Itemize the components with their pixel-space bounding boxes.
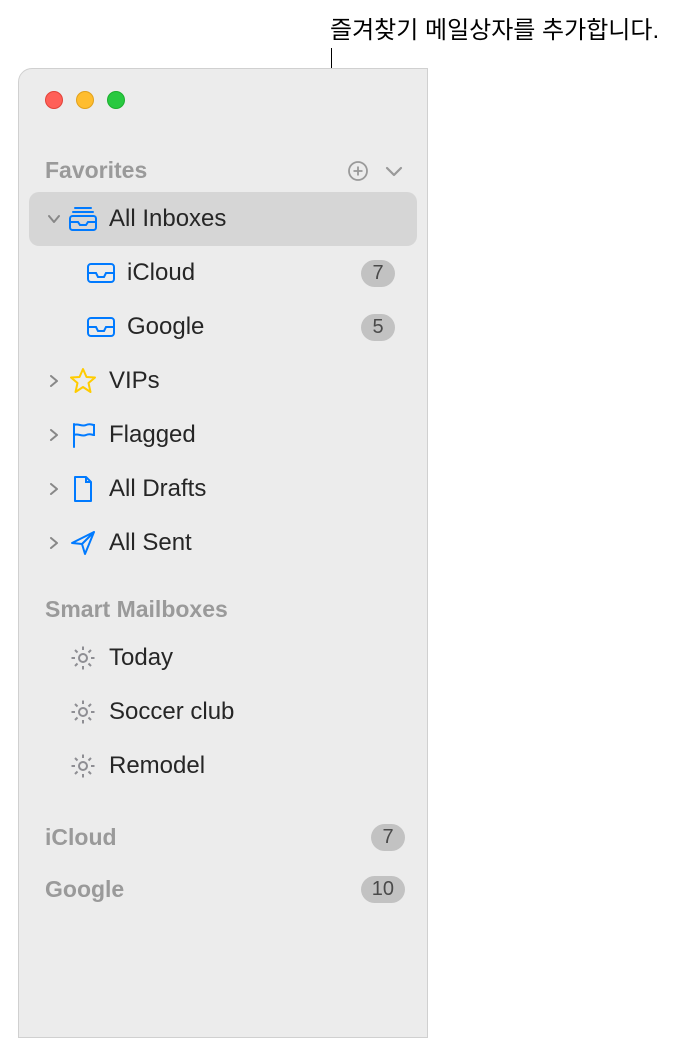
sidebar-item-icloud-inbox[interactable]: iCloud 7 — [29, 246, 417, 300]
sidebar-item-label: All Inboxes — [109, 205, 395, 233]
sidebar-item-today[interactable]: Today — [29, 631, 417, 685]
sidebar-item-label: Today — [109, 644, 395, 672]
minimize-window-button[interactable] — [76, 91, 94, 109]
gear-icon — [65, 699, 101, 725]
sidebar-item-label: VIPs — [109, 367, 395, 395]
unread-badge: 7 — [361, 260, 395, 287]
window-controls — [19, 69, 427, 109]
gear-icon — [65, 753, 101, 779]
document-icon — [65, 475, 101, 503]
account-google[interactable]: Google 10 — [19, 863, 427, 915]
sidebar-item-all-drafts[interactable]: All Drafts — [29, 462, 417, 516]
callout-text: 즐겨찾기 메일상자를 추가합니다. — [330, 10, 659, 45]
sidebar-item-google-inbox[interactable]: Google 5 — [29, 300, 417, 354]
disclosure-toggle[interactable] — [43, 214, 65, 224]
sidebar-item-label: iCloud — [127, 259, 361, 287]
smart-mailboxes-title: Smart Mailboxes — [45, 596, 228, 623]
sidebar-item-label: Remodel — [109, 752, 395, 780]
disclosure-toggle[interactable] — [43, 537, 65, 549]
unread-badge: 10 — [361, 876, 405, 903]
add-favorite-button[interactable] — [345, 158, 371, 184]
disclosure-toggle[interactable] — [43, 375, 65, 387]
sidebar-item-remodel[interactable]: Remodel — [29, 739, 417, 793]
sidebar-item-label: All Drafts — [109, 475, 395, 503]
chevron-right-icon — [49, 375, 59, 387]
unread-badge: 5 — [361, 314, 395, 341]
paper-plane-icon — [65, 529, 101, 557]
favorites-header: Favorites — [19, 149, 427, 192]
plus-circle-icon — [347, 160, 369, 182]
smart-mailboxes-header: Smart Mailboxes — [19, 588, 427, 631]
star-icon — [65, 367, 101, 395]
chevron-right-icon — [49, 537, 59, 549]
close-window-button[interactable] — [45, 91, 63, 109]
flag-icon — [65, 421, 101, 449]
inbox-icon — [83, 262, 119, 284]
sidebar-item-label: All Sent — [109, 529, 395, 557]
sidebar-item-label: Google — [127, 313, 361, 341]
account-label: iCloud — [45, 824, 371, 851]
fullscreen-window-button[interactable] — [107, 91, 125, 109]
account-label: Google — [45, 876, 361, 903]
favorites-chevron-button[interactable] — [381, 158, 407, 184]
mail-sidebar-window: Favorites — [18, 68, 428, 1038]
sidebar-item-label: Flagged — [109, 421, 395, 449]
sidebar-item-soccer-club[interactable]: Soccer club — [29, 685, 417, 739]
mailbox-stack-icon — [65, 206, 101, 232]
chevron-down-icon — [385, 165, 403, 177]
gear-icon — [65, 645, 101, 671]
favorites-title: Favorites — [45, 157, 147, 184]
disclosure-toggle[interactable] — [43, 429, 65, 441]
chevron-right-icon — [49, 483, 59, 495]
sidebar: Favorites — [19, 109, 427, 915]
sidebar-item-label: Soccer club — [109, 698, 395, 726]
sidebar-item-all-inboxes[interactable]: All Inboxes — [29, 192, 417, 246]
sidebar-item-flagged[interactable]: Flagged — [29, 408, 417, 462]
chevron-down-icon — [48, 214, 60, 224]
account-icloud[interactable]: iCloud 7 — [19, 811, 427, 863]
inbox-icon — [83, 316, 119, 338]
chevron-right-icon — [49, 429, 59, 441]
disclosure-toggle[interactable] — [43, 483, 65, 495]
unread-badge: 7 — [371, 824, 405, 851]
sidebar-item-all-sent[interactable]: All Sent — [29, 516, 417, 570]
sidebar-item-vips[interactable]: VIPs — [29, 354, 417, 408]
